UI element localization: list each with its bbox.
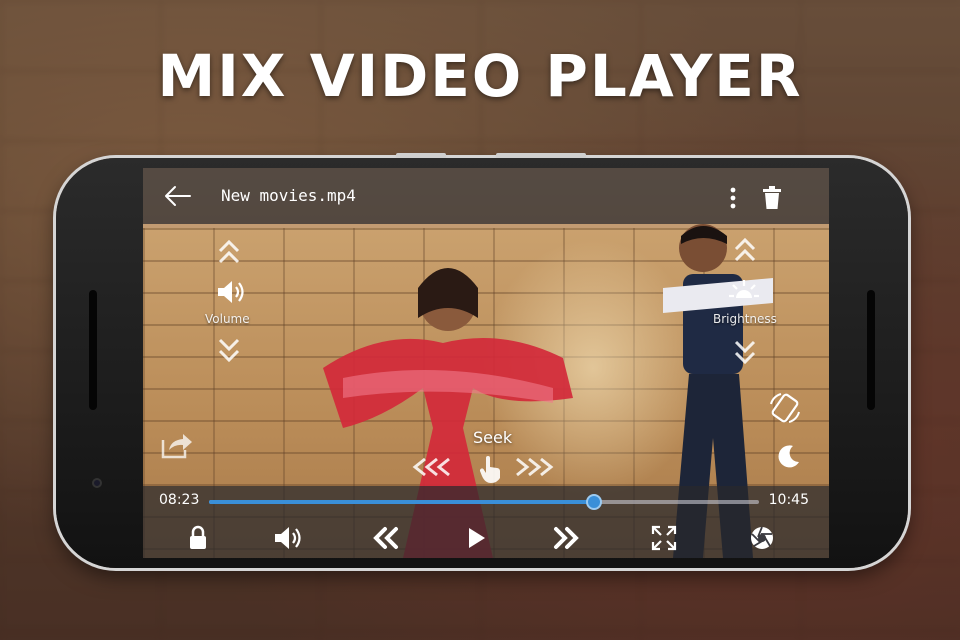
brightness-label: Brightness (713, 312, 777, 326)
phone-camera (92, 478, 102, 488)
phone-frame: New movies.mp4 Volume Brightness Seek 08… (56, 153, 908, 568)
video-player-screen[interactable]: New movies.mp4 Volume Brightness Seek 08… (143, 168, 829, 558)
fullscreen-icon[interactable] (649, 524, 679, 552)
seek-bar-thumb[interactable] (586, 494, 602, 510)
share-icon[interactable] (159, 430, 195, 460)
speaker-icon[interactable] (271, 524, 307, 552)
camera-shutter-icon[interactable] (747, 524, 777, 552)
duration: 10:45 (768, 492, 809, 508)
chevron-up-icon (218, 239, 240, 264)
more-vertical-icon[interactable] (727, 186, 739, 210)
lock-icon[interactable] (183, 524, 213, 552)
seek-label: Seek (473, 428, 513, 447)
seek-bar[interactable] (209, 494, 759, 510)
seek-bar-progress (209, 500, 594, 504)
seek-forward-chevrons-icon (516, 457, 554, 477)
current-time: 08:23 (159, 492, 200, 508)
chevron-down-icon (734, 340, 756, 365)
chevron-down-icon (218, 338, 240, 363)
top-bar: New movies.mp4 (143, 168, 829, 224)
hand-swipe-icon (477, 454, 503, 484)
volume-label: Volume (205, 312, 250, 326)
fast-forward-icon[interactable] (551, 524, 581, 552)
file-name: New movies.mp4 (221, 186, 356, 205)
rewind-icon[interactable] (371, 524, 401, 552)
play-icon[interactable] (461, 524, 491, 552)
sun-icon (728, 276, 760, 308)
arrow-left-icon[interactable] (163, 184, 193, 208)
chevron-up-icon (734, 237, 756, 262)
phone-speaker-left (89, 290, 97, 410)
seek-back-chevrons-icon (412, 457, 450, 477)
speaker-icon (215, 278, 249, 306)
moon-icon[interactable] (773, 442, 801, 470)
trash-icon[interactable] (761, 186, 783, 210)
phone-speaker-right (867, 290, 875, 410)
screen-rotation-icon[interactable] (767, 390, 803, 426)
bottom-control-bar: 08:23 10:45 (143, 486, 829, 558)
promo-headline: MIX VIDEO PLAYER (157, 42, 803, 110)
